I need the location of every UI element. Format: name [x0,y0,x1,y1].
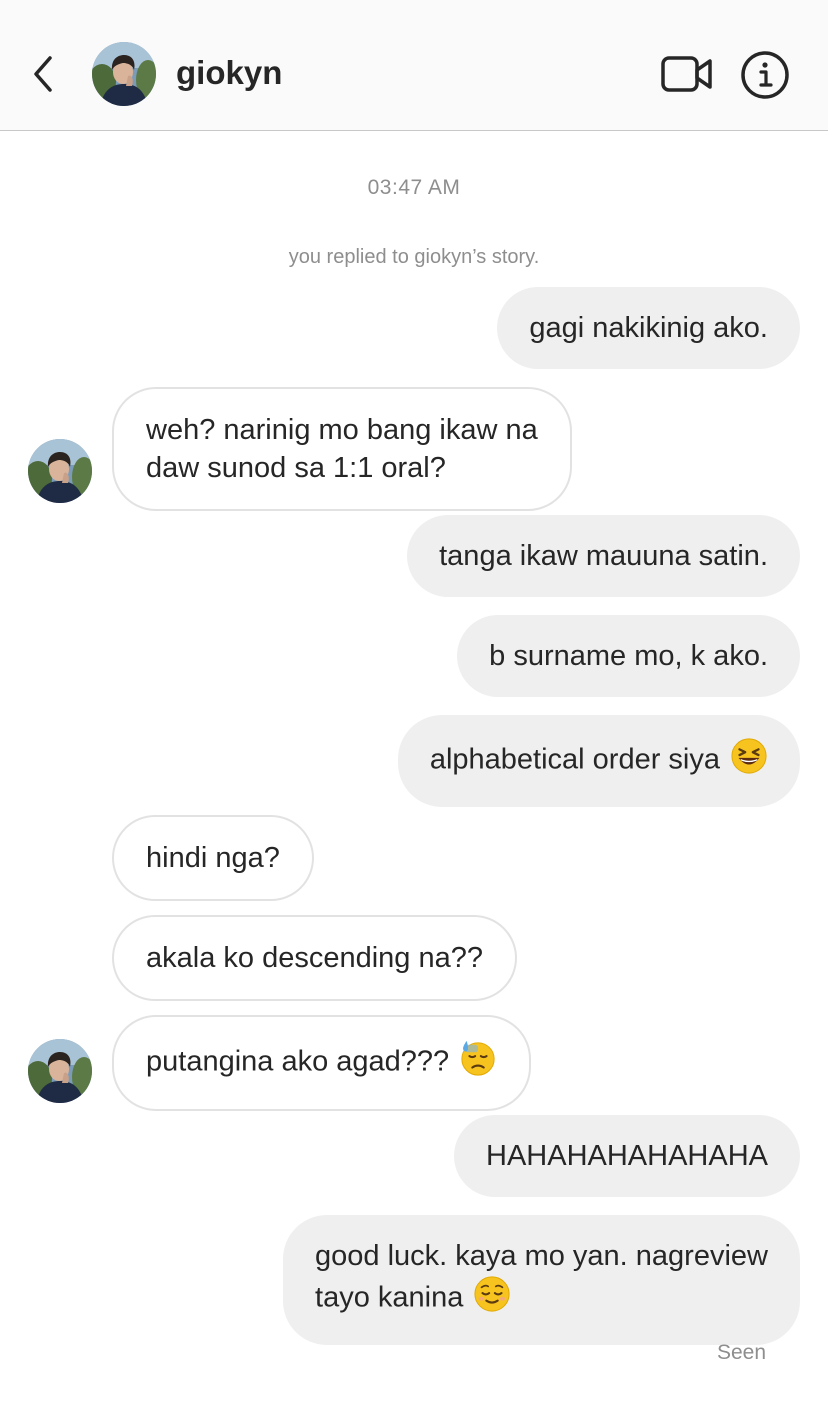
video-camera-icon [661,56,712,92]
chevron-left-icon [34,56,52,92]
message-text: akala ko descending na?? [146,942,483,974]
message-timestamp: 03:47 AM [367,176,461,199]
message-text-line: weh? narinig mo bang ikaw na [146,414,538,446]
incoming-message[interactable]: akala ko descending na?? [112,915,517,1001]
avatar[interactable] [92,42,156,106]
seen-indicator: Seen [716,1341,766,1364]
message-text: hindi nga? [146,842,280,874]
message-text: alphabetical order siya [429,743,720,776]
downcast-face-with-sweat-icon [459,1039,497,1087]
outgoing-message[interactable]: gagi nakikinig ako. [497,287,800,369]
outgoing-message[interactable]: HAHAHAHAHAHAHA [454,1115,800,1197]
outgoing-message[interactable]: b surname mo, k ako. [457,615,800,697]
message-text: tanga ikaw mauuna satin. [439,540,768,572]
incoming-message[interactable]: hindi nga? [112,815,314,901]
grinning-squinting-face-icon [730,737,768,785]
message-text-line: good luck. kaya mo yan. nagreview [315,1240,768,1272]
story-reply-note: you replied to giokyn’s story. [288,246,540,268]
avatar[interactable] [28,1039,92,1103]
message-text: putangina ako agad??? [146,1045,450,1078]
message-text: gagi nakikinig ako. [529,312,768,344]
outgoing-message[interactable]: good luck. kaya mo yan. nagreview tayo k… [283,1215,800,1345]
message-text-line: tayo kanina [315,1275,768,1323]
incoming-message[interactable]: putangina ako agad??? [112,1015,532,1111]
relieved-face-icon [473,1275,511,1323]
outgoing-message[interactable]: alphabetical order siya [397,715,800,807]
info-circle-icon [741,51,789,99]
incoming-message[interactable]: weh? narinig mo bang ikaw na daw sunod s… [112,387,572,511]
message-text: tayo kanina [315,1281,464,1314]
thread-username[interactable]: giokyn [176,54,282,92]
back-button[interactable] [26,50,66,98]
message-text: b surname mo, k ako. [489,640,768,672]
video-call-button[interactable] [660,54,714,94]
info-button[interactable] [740,50,790,100]
outgoing-message[interactable]: tanga ikaw mauuna satin. [407,515,800,597]
avatar[interactable] [28,439,92,503]
message-text-line: daw sunod sa 1:1 oral? [146,452,446,484]
chat-header: giokyn [0,0,828,131]
message-text: HAHAHAHAHAHAHA [486,1140,768,1172]
